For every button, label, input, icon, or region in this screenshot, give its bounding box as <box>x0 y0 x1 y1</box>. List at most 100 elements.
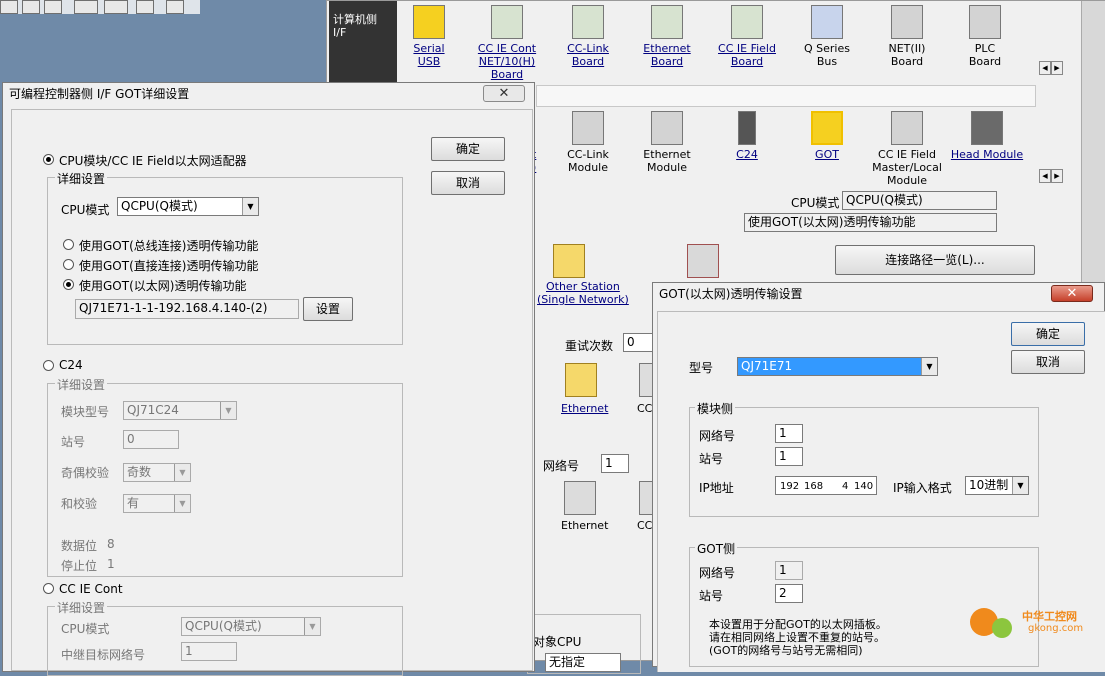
plc-item-icon-3[interactable] <box>811 111 843 145</box>
toolbar-btn-3[interactable] <box>44 0 62 14</box>
ccie-relay-input: 1 <box>181 642 237 661</box>
radio-cc-ie-cont-label: CC IE Cont <box>59 582 123 596</box>
module-side-title: 模块侧 <box>695 400 736 417</box>
dialog2-cancel-button[interactable]: 取消 <box>1011 350 1085 374</box>
retry-input[interactable]: 0 <box>623 333 653 352</box>
pc-item-icon-1[interactable] <box>491 5 523 39</box>
radio-c24[interactable] <box>43 360 54 371</box>
plc-item-label-3[interactable]: GOT <box>815 148 839 161</box>
bg-network-no-label: 网络号 <box>543 459 580 473</box>
ccie-cpu-mode-select: QCPU(Q模式) ▼ <box>181 617 321 636</box>
pc-item-icon-6[interactable] <box>891 5 923 39</box>
radio-bus-transparent-label: 使用GOT(总线连接)透明传输功能 <box>79 239 259 253</box>
ethernet-station-icon[interactable] <box>565 363 597 397</box>
pc-item-label-7[interactable]: PLC Board <box>969 42 1001 68</box>
watermark-line-2: gkong.com <box>1028 623 1084 634</box>
cc2-icon[interactable] <box>639 481 653 515</box>
radio-cpu-module[interactable] <box>43 154 54 165</box>
got-net-input: 1 <box>775 561 803 580</box>
other-station-icon[interactable] <box>553 244 585 278</box>
pc-item-label-5[interactable]: Q Series Bus <box>804 42 850 68</box>
pc-item-label-6[interactable]: NET(II) Board <box>889 42 926 68</box>
module-net-input[interactable]: 1 <box>775 424 803 443</box>
bg-network-no-input[interactable]: 1 <box>601 454 629 473</box>
dialog1-ok-button[interactable]: 确定 <box>431 137 505 161</box>
ip-address-input[interactable]: 192 168 4 140 <box>775 476 877 495</box>
plc-item-label-2[interactable]: C24 <box>736 148 758 161</box>
ethernet-path-field: QJ71E71-1-1-192.168.4.140-(2) <box>75 299 299 319</box>
pc-item-icon-2[interactable] <box>572 5 604 39</box>
pc-item-label-1[interactable]: CC IE Cont NET/10(H) Board <box>478 42 536 81</box>
set-button[interactable]: 设置 <box>303 297 353 321</box>
module-side-group <box>689 407 1039 517</box>
pc-scroll-right[interactable]: ▶ <box>1051 61 1063 75</box>
route-list-button[interactable]: 连接路径一览(L)... <box>835 245 1035 275</box>
c24-sum-label: 和校验 <box>61 497 98 511</box>
cc-partial-label: CC <box>637 402 653 415</box>
cc-station-icon[interactable] <box>639 363 653 397</box>
radio-cc-ie-cont[interactable] <box>43 583 54 594</box>
plc-item-icon-4[interactable] <box>891 111 923 145</box>
pc-item-icon-3[interactable] <box>651 5 683 39</box>
pc-item-label-2[interactable]: CC-Link Board <box>567 42 609 68</box>
plc-scroll-right[interactable]: ▶ <box>1051 169 1063 183</box>
plc-item-icon-1[interactable] <box>651 111 683 145</box>
toolbar-btn-2[interactable] <box>22 0 40 14</box>
plc-item-icon-2[interactable] <box>738 111 756 145</box>
dialog2-ok-button[interactable]: 确定 <box>1011 322 1085 346</box>
toolbar-btn-5[interactable] <box>104 0 128 14</box>
c24-sum-value: 有 <box>127 496 140 510</box>
close-icon: ✕ <box>1066 286 1078 301</box>
ip-format-select[interactable]: 10进制 ▼ <box>965 476 1029 495</box>
watermark-line-1: 中华工控网 <box>1022 610 1077 623</box>
ethernet-station-label[interactable]: Ethernet <box>561 402 608 415</box>
pc-item-icon-5[interactable] <box>811 5 843 39</box>
plc-scroll-left[interactable]: ◀ <box>1039 169 1051 183</box>
dialog1-cancel-button[interactable]: 取消 <box>431 171 505 195</box>
pc-item-label-4[interactable]: CC IE Field Board <box>718 42 776 68</box>
radio-bus-transparent[interactable] <box>63 239 74 250</box>
pc-item-icon-0[interactable] <box>413 5 445 39</box>
chevron-down-icon: ▼ <box>174 495 190 512</box>
pc-item-icon-4[interactable] <box>731 5 763 39</box>
chevron-down-icon: ▼ <box>1012 477 1028 494</box>
dialog2-titlebar: GOT(以太网)透明传输设置 <box>653 283 1104 305</box>
c24-data-bits-label: 数据位 <box>61 539 98 553</box>
toolbar-btn-4[interactable] <box>74 0 98 14</box>
ip-format-value: 10进制 <box>969 478 1009 492</box>
toolbar-btn-7[interactable] <box>166 0 184 14</box>
pc-item-label-0[interactable]: Serial USB <box>413 42 444 68</box>
module-station-input[interactable]: 1 <box>775 447 803 466</box>
close-icon: ✕ <box>498 86 510 101</box>
other-station-label[interactable]: Other Station (Single Network) <box>537 280 629 306</box>
pc-scroll-left[interactable]: ◀ <box>1039 61 1051 75</box>
plc-item-label-1[interactable]: Ethernet Module <box>643 148 690 174</box>
toolbar-btn-1[interactable] <box>0 0 18 14</box>
dialog2-close-button[interactable]: ✕ <box>1051 285 1093 302</box>
got-net-label: 网络号 <box>699 566 736 580</box>
other-station-multi-icon[interactable] <box>687 244 719 278</box>
radio-ethernet-transparent[interactable] <box>63 279 74 290</box>
chevron-down-icon: ▼ <box>921 358 937 375</box>
cpu-mode-select[interactable]: QCPU(Q模式) ▼ <box>117 197 259 216</box>
plc-item-icon-5[interactable] <box>971 111 1003 145</box>
got-model-select[interactable]: QJ71E71 ▼ <box>737 357 938 376</box>
got-model-value: QJ71E71 <box>741 359 793 373</box>
got-station-input[interactable]: 2 <box>775 584 803 603</box>
ip-format-label: IP输入格式 <box>893 481 952 495</box>
cpu-mode-label: CPU模式 <box>61 203 110 217</box>
chevron-down-icon: ▼ <box>242 198 258 215</box>
plc-item-icon-0[interactable] <box>572 111 604 145</box>
pc-item-label-3[interactable]: Ethernet Board <box>643 42 690 68</box>
plc-item-label-0[interactable]: CC-Link Module <box>567 148 609 174</box>
radio-direct-transparent[interactable] <box>63 259 74 270</box>
toolbar <box>0 0 200 14</box>
pc-item-icon-7[interactable] <box>969 5 1001 39</box>
c24-parity-select: 奇数 ▼ <box>123 463 191 482</box>
dialog1-close-button[interactable]: ✕ <box>483 85 525 102</box>
plc-item-label-5[interactable]: Head Module <box>951 148 1023 161</box>
ethernet2-icon[interactable] <box>564 481 596 515</box>
plc-item-label-4[interactable]: CC IE Field Master/Local Module <box>872 148 942 187</box>
target-cpu-value[interactable]: 无指定 <box>545 653 621 672</box>
toolbar-btn-6[interactable] <box>136 0 154 14</box>
